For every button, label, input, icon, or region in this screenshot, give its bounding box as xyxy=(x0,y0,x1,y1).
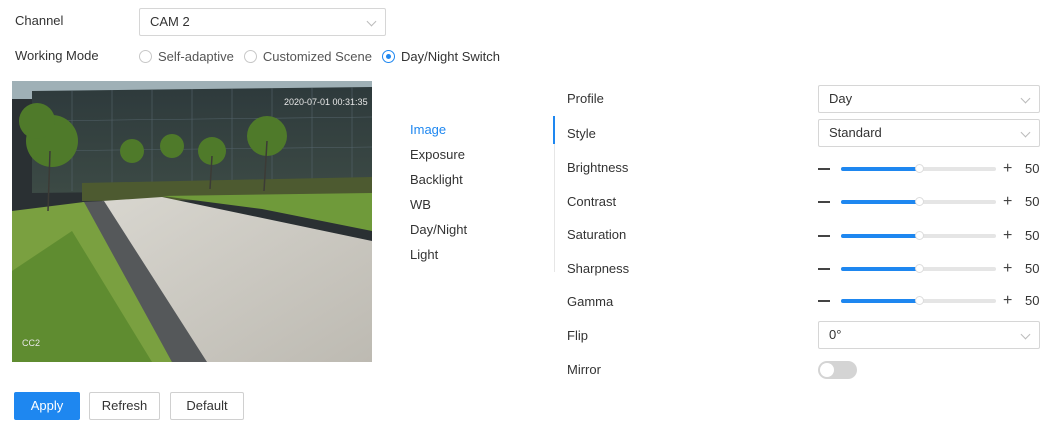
radio-icon xyxy=(243,49,257,63)
gamma-value: 50 xyxy=(1025,293,1040,308)
video-preview: 2020-07-01 00:31:35 CC2 xyxy=(12,81,372,362)
flip-select[interactable]: 0° xyxy=(818,321,1040,349)
contrast-value: 50 xyxy=(1025,194,1040,209)
preview-timestamp: 2020-07-01 00:31:35 xyxy=(284,97,368,107)
default-button[interactable]: Default xyxy=(170,392,244,420)
minus-icon[interactable] xyxy=(818,235,830,237)
brightness-label: Brightness xyxy=(567,160,629,175)
slider-fill xyxy=(841,200,919,204)
style-select[interactable]: Standard xyxy=(818,119,1040,147)
radio-self-adaptive[interactable]: Self-adaptive xyxy=(139,49,234,64)
chevron-down-icon xyxy=(1020,93,1031,104)
radio-day-night-switch[interactable]: Day/Night Switch xyxy=(382,49,500,64)
slider-thumb[interactable] xyxy=(915,264,924,273)
radio-label: Customized Scene xyxy=(262,48,373,64)
brightness-slider[interactable]: + 50 xyxy=(818,160,1040,178)
image-settings-menu: Image Exposure Backlight WB Day/Night Li… xyxy=(391,116,555,272)
channel-select-value: CAM 2 xyxy=(150,14,190,29)
preview-camera-label: CC2 xyxy=(22,338,40,348)
menu-item-image[interactable]: Image xyxy=(410,122,446,137)
style-label: Style xyxy=(567,126,596,141)
plus-icon[interactable]: + xyxy=(1003,193,1012,211)
slider-fill xyxy=(841,234,919,238)
slider-track[interactable] xyxy=(841,296,996,305)
menu-item-exposure[interactable]: Exposure xyxy=(410,147,465,162)
chevron-down-icon xyxy=(366,16,377,27)
slider-track[interactable] xyxy=(841,164,996,173)
sharpness-slider[interactable]: + 50 xyxy=(818,260,1040,278)
radio-icon xyxy=(139,49,152,63)
slider-fill xyxy=(841,167,919,171)
slider-track[interactable] xyxy=(841,231,996,240)
profile-label: Profile xyxy=(567,91,604,106)
channel-select[interactable]: CAM 2 xyxy=(139,8,386,36)
saturation-slider[interactable]: + 50 xyxy=(818,227,1040,245)
camera-scene-image: 2020-07-01 00:31:35 CC2 xyxy=(12,81,372,362)
profile-select-value: Day xyxy=(829,91,853,106)
menu-active-indicator xyxy=(553,116,555,144)
minus-icon[interactable] xyxy=(818,268,830,270)
saturation-value: 50 xyxy=(1025,228,1040,243)
menu-item-wb[interactable]: WB xyxy=(410,197,431,212)
contrast-label: Contrast xyxy=(567,194,617,209)
menu-item-backlight[interactable]: Backlight xyxy=(410,172,463,187)
slider-track[interactable] xyxy=(841,197,996,206)
menu-item-light[interactable]: Light xyxy=(410,247,438,262)
minus-icon[interactable] xyxy=(818,168,830,170)
refresh-button[interactable]: Refresh xyxy=(89,392,160,420)
mirror-toggle[interactable] xyxy=(818,361,857,379)
chevron-down-icon xyxy=(1020,127,1031,138)
radio-label: Self-adaptive xyxy=(158,48,234,64)
profile-select[interactable]: Day xyxy=(818,85,1040,113)
gamma-slider[interactable]: + 50 xyxy=(818,292,1040,310)
radio-checked-icon xyxy=(382,49,396,63)
brightness-value: 50 xyxy=(1025,161,1040,176)
sharpness-label: Sharpness xyxy=(567,261,630,276)
plus-icon[interactable]: + xyxy=(1003,160,1012,178)
sharpness-value: 50 xyxy=(1025,261,1040,276)
channel-label: Channel xyxy=(15,13,64,28)
slider-thumb[interactable] xyxy=(915,296,924,305)
slider-thumb[interactable] xyxy=(915,197,924,206)
gamma-label: Gamma xyxy=(567,294,614,309)
style-select-value: Standard xyxy=(829,125,882,140)
menu-item-day-night[interactable]: Day/Night xyxy=(410,222,467,237)
mirror-label: Mirror xyxy=(567,362,601,377)
minus-icon[interactable] xyxy=(818,201,830,203)
radio-label: Day/Night Switch xyxy=(401,48,500,64)
plus-icon[interactable]: + xyxy=(1003,260,1012,278)
working-mode-label: Working Mode xyxy=(15,48,99,63)
flip-select-value: 0° xyxy=(829,327,842,342)
contrast-slider[interactable]: + 50 xyxy=(818,193,1040,211)
radio-customized-scene[interactable]: Customized Scene xyxy=(243,48,373,64)
slider-fill xyxy=(841,267,919,271)
toggle-knob xyxy=(820,363,834,377)
slider-track[interactable] xyxy=(841,264,996,273)
plus-icon[interactable]: + xyxy=(1003,227,1012,245)
chevron-down-icon xyxy=(1020,329,1031,340)
slider-thumb[interactable] xyxy=(915,231,924,240)
working-mode-radio-group: Self-adaptive Customized Scene Day/Night… xyxy=(139,47,510,65)
apply-button[interactable]: Apply xyxy=(14,392,80,420)
minus-icon[interactable] xyxy=(818,300,830,302)
slider-thumb[interactable] xyxy=(915,164,924,173)
slider-fill xyxy=(841,299,919,303)
saturation-label: Saturation xyxy=(567,227,627,242)
plus-icon[interactable]: + xyxy=(1003,292,1012,310)
flip-label: Flip xyxy=(567,328,588,343)
